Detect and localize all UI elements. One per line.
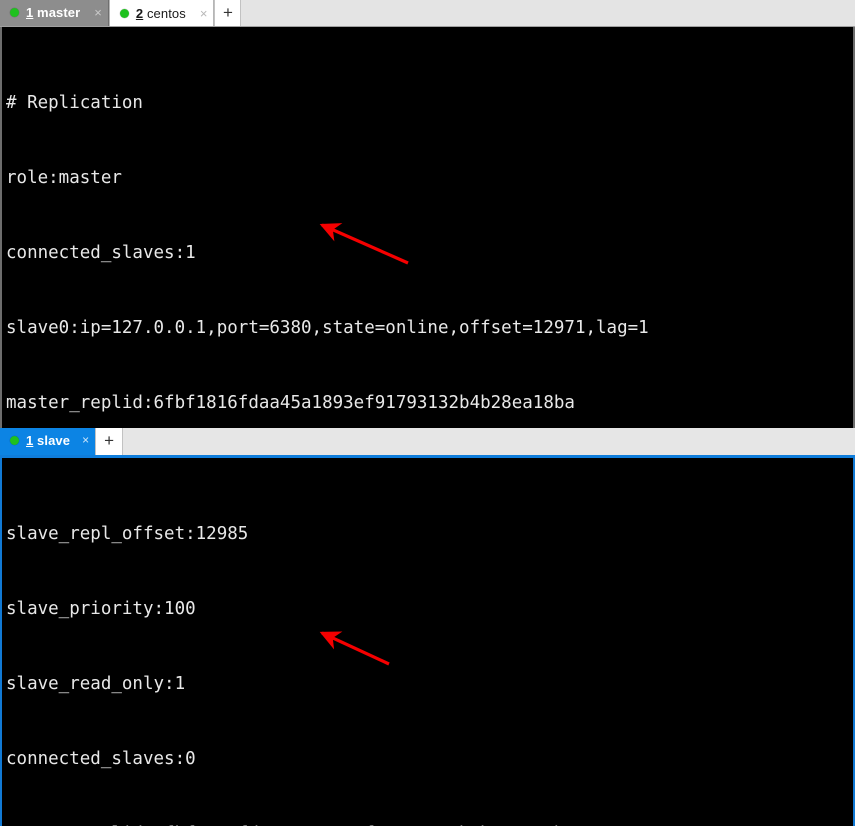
tab-centos-label: 2 centos: [136, 6, 186, 21]
tab-master[interactable]: 1 master ×: [0, 0, 109, 26]
close-icon[interactable]: ×: [82, 434, 89, 446]
tab-master-label: 1 master: [26, 5, 80, 20]
terminal-line: slave0:ip=127.0.0.1,port=6380,state=onli…: [6, 318, 649, 338]
close-icon[interactable]: ×: [200, 7, 208, 20]
terminal-line: master_replid:6fbf1816fdaa45a1893ef91793…: [6, 822, 853, 826]
tab-centos-name: centos: [143, 5, 186, 21]
new-tab-button[interactable]: +: [95, 428, 124, 455]
tab-master-name: master: [33, 5, 81, 20]
slave-window: 1 slave × + slave_repl_offset:12985 slav…: [0, 428, 855, 826]
master-tabbar: 1 master × 2 centos × +: [0, 0, 855, 27]
tab-slave[interactable]: 1 slave ×: [0, 428, 96, 455]
tab-centos[interactable]: 2 centos ×: [108, 0, 215, 26]
terminal-line: master_replid:6fbf1816fdaa45a1893ef91793…: [6, 393, 575, 413]
tab-slave-label: 1 slave: [26, 433, 70, 448]
terminal-line: slave_repl_offset:12985: [6, 524, 249, 544]
terminal-line: slave_read_only:1: [6, 674, 186, 694]
tabbar-empty-space: [123, 428, 855, 455]
terminal-app-window: 1 master × 2 centos × + # Replication ro…: [0, 0, 855, 826]
slave-tabbar: 1 slave × +: [0, 428, 855, 458]
terminal-line: connected_slaves:1: [6, 243, 196, 263]
terminal-line: connected_slaves:0: [6, 749, 196, 769]
tab-slave-name: slave: [33, 432, 71, 448]
master-terminal-output[interactable]: # Replication role:master connected_slav…: [0, 27, 855, 428]
tabbar-empty-space: [241, 0, 855, 26]
status-dot-icon: [10, 435, 19, 445]
terminal-line: slave_priority:100: [6, 599, 196, 619]
master-window: 1 master × 2 centos × + # Replication ro…: [0, 0, 855, 428]
new-tab-button[interactable]: +: [214, 0, 242, 26]
slave-terminal-output[interactable]: slave_repl_offset:12985 slave_priority:1…: [0, 458, 855, 826]
close-icon[interactable]: ×: [94, 6, 102, 19]
terminal-line: # Replication: [6, 93, 143, 113]
status-dot-icon: [119, 8, 129, 18]
status-dot-icon: [10, 8, 19, 17]
terminal-line: role:master: [6, 168, 122, 188]
